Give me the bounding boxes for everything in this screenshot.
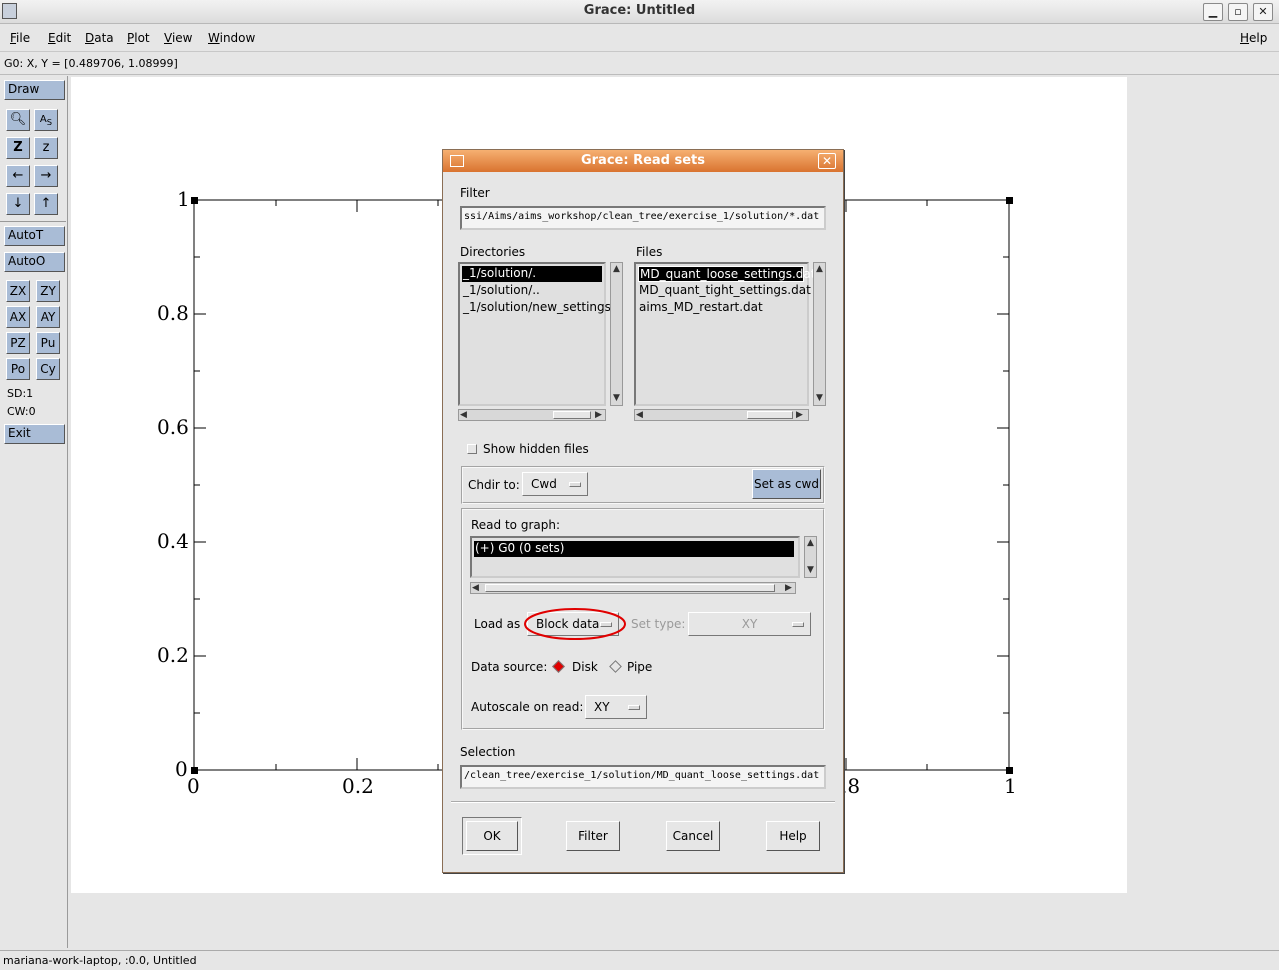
arrow-down-icon[interactable]: ↓ [6, 193, 30, 215]
menu-data[interactable]: Data [85, 31, 114, 45]
list-item[interactable]: _1/solution/. [462, 266, 602, 282]
help-button[interactable]: Help [766, 821, 820, 851]
zoom-icon[interactable]: 🔍︎ [6, 109, 30, 131]
autoo-button[interactable]: AutoO [4, 252, 65, 272]
set-cwd-button[interactable]: Set as cwd [752, 469, 821, 499]
y-tick-label: 0.6 [157, 415, 189, 439]
dialog-title[interactable]: Grace: Read sets [443, 150, 843, 172]
y-tick-label: 0 [175, 757, 188, 781]
files-label: Files [636, 245, 663, 259]
graph-hscrollbar[interactable]: ◀ ▶ [470, 582, 796, 594]
selection-input[interactable]: /clean_tree/exercise_1/solution/MD_quant… [460, 765, 826, 789]
filter-button[interactable]: Filter [566, 821, 620, 851]
autoscale-value: XY [594, 700, 610, 714]
list-item[interactable]: _1/solution/.. [462, 283, 540, 299]
pu-button[interactable]: Pu [36, 332, 60, 354]
text-tool-icon[interactable]: AS [34, 109, 58, 131]
window-menu-icon[interactable] [450, 155, 464, 167]
tool-panel: Draw 🔍︎ AS Z z ← → ↓ ↑ AutoT AutoO ZX ZY… [0, 76, 68, 948]
zx-button[interactable]: ZX [6, 280, 30, 302]
exit-button[interactable]: Exit [4, 424, 65, 444]
list-item[interactable]: (+) G0 (0 sets) [474, 541, 794, 557]
directories-vscrollbar[interactable]: ▲ ▼ [610, 262, 623, 406]
arrow-right-icon[interactable]: → [34, 165, 58, 187]
set-type-value: XY [741, 617, 758, 631]
list-item[interactable]: MD_quant_loose_settings.dat [638, 266, 815, 282]
list-item[interactable]: aims_MD_restart.dat [638, 300, 763, 316]
menu-plot[interactable]: Plot [127, 31, 150, 45]
graph-list[interactable]: (+) G0 (0 sets) [470, 536, 800, 578]
draw-button[interactable]: Draw [4, 80, 65, 100]
x-tick-label: 0.2 [342, 774, 374, 798]
divider [0, 221, 66, 222]
window-title: Grace: Untitled [583, 3, 696, 18]
menu-view[interactable]: View [164, 31, 192, 45]
y-tick-label: 1 [177, 187, 190, 211]
disk-label: Disk [572, 660, 598, 674]
sd-label: SD:1 [7, 387, 34, 400]
menu-help[interactable]: Help [1240, 31, 1267, 45]
list-item[interactable]: _1/solution/new_settings [462, 300, 611, 316]
show-hidden-checkbox[interactable] [467, 444, 477, 454]
set-type-dropdown[interactable]: XY [688, 612, 811, 636]
y-tick-label: 0.2 [157, 643, 189, 667]
read-to-graph-label: Read to graph: [471, 518, 560, 532]
x-tick-label: 0 [187, 774, 200, 798]
zoom-in-icon[interactable]: Z [6, 137, 30, 159]
menubar: File Edit Data Plot View Window Help [0, 25, 1279, 52]
files-hscrollbar[interactable]: ◀ ▶ [634, 409, 809, 421]
selection-label: Selection [460, 745, 516, 759]
data-source-label: Data source: [471, 660, 548, 674]
highlight-circle [524, 608, 626, 640]
files-list[interactable]: MD_quant_loose_settings.dat MD_quant_tig… [634, 262, 815, 406]
ok-button[interactable]: OK [466, 821, 518, 851]
zy-button[interactable]: ZY [36, 280, 60, 302]
menu-edit[interactable]: Edit [48, 31, 71, 45]
y-tick-label: 0.8 [157, 301, 189, 325]
autoscale-dropdown[interactable]: XY [585, 695, 647, 719]
show-hidden-label: Show hidden files [483, 442, 589, 456]
close-icon[interactable]: ✕ [818, 153, 836, 169]
minimize-icon[interactable]: ▁ [1203, 3, 1223, 21]
zoom-out-icon[interactable]: z [34, 137, 58, 159]
directories-list[interactable]: _1/solution/. _1/solution/.. _1/solution… [458, 262, 611, 406]
set-type-label: Set type: [631, 617, 686, 631]
chdir-label: Chdir to: [468, 478, 520, 492]
y-tick-label: 0.4 [157, 529, 189, 553]
cancel-button[interactable]: Cancel [666, 821, 720, 851]
arrow-left-icon[interactable]: ← [6, 165, 30, 187]
cy-button[interactable]: Cy [36, 358, 60, 380]
chdir-value: Cwd [531, 477, 557, 491]
close-icon[interactable]: ✕ [1253, 3, 1273, 21]
ax-button[interactable]: AX [6, 306, 30, 328]
arrow-up-icon[interactable]: ↑ [34, 193, 58, 215]
pz-button[interactable]: PZ [6, 332, 30, 354]
maximize-icon[interactable]: ▫ [1228, 3, 1248, 21]
list-item[interactable]: MD_quant_tight_settings.dat [638, 283, 811, 299]
menu-file[interactable]: File [10, 31, 30, 45]
pipe-label: Pipe [627, 660, 653, 674]
autoscale-label: Autoscale on read: [471, 700, 584, 714]
graph-vscrollbar[interactable]: ▲ ▼ [804, 536, 817, 578]
menu-window[interactable]: Window [208, 31, 255, 45]
chdir-dropdown[interactable]: Cwd [522, 472, 588, 496]
cw-label: CW:0 [7, 405, 36, 418]
filter-input[interactable]: ssi/Aims/aims_workshop/clean_tree/exerci… [460, 206, 826, 230]
status-bar: mariana-work-laptop, :0.0, Untitled [0, 950, 1279, 970]
files-vscrollbar[interactable]: ▲ ▼ [813, 262, 826, 406]
coordinate-readout: G0: X, Y = [0.489706, 1.08999] [0, 53, 1279, 75]
po-button[interactable]: Po [6, 358, 30, 380]
directories-label: Directories [460, 245, 526, 259]
autot-button[interactable]: AutoT [4, 226, 65, 246]
directories-hscrollbar[interactable]: ◀ ▶ [458, 409, 606, 421]
read-sets-dialog: Grace: Read sets ✕ Filter ssi/Aims/aims_… [442, 149, 844, 873]
filter-label: Filter [460, 186, 490, 200]
load-as-label: Load as [474, 617, 521, 631]
divider [451, 801, 835, 803]
window-titlebar[interactable]: Grace: Untitled ▁ ▫ ✕ [0, 0, 1279, 24]
x-tick-label: 1 [1004, 774, 1017, 798]
ay-button[interactable]: AY [36, 306, 60, 328]
